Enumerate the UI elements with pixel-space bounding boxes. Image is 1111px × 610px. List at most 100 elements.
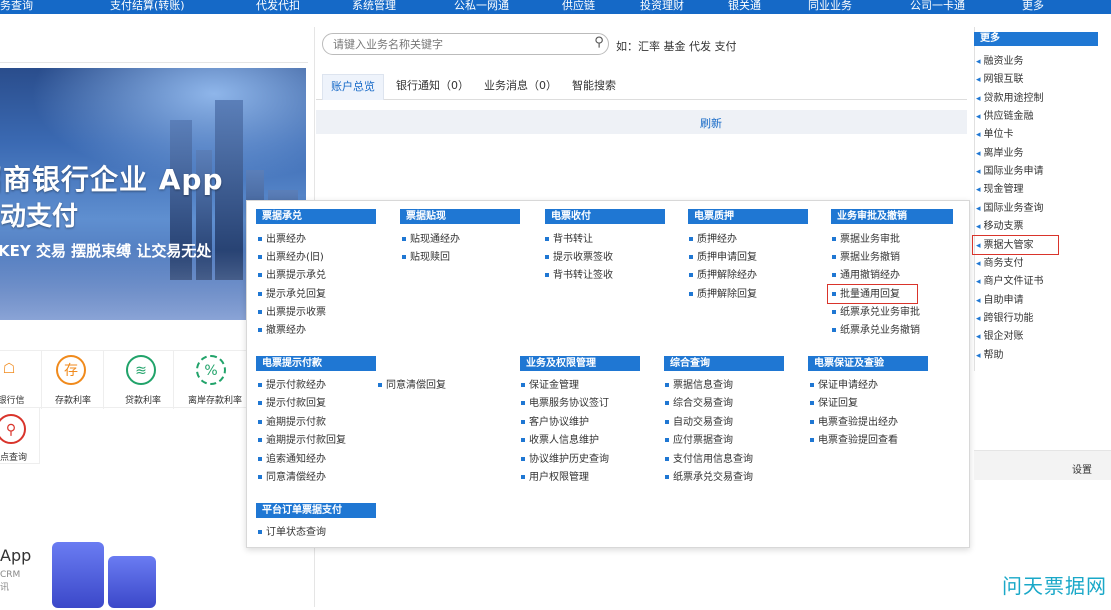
app-promo-sub: CRM 讯 — [0, 570, 20, 593]
menu-item[interactable]: 同意清偿经办 — [258, 472, 326, 484]
quick-link-offshore-rate[interactable]: % 离岸存款利率 — [182, 351, 248, 409]
menu-item[interactable]: 追索通知经办 — [258, 454, 326, 466]
menu-item[interactable]: 出票经办 — [258, 234, 306, 246]
refresh-button[interactable]: 刷新 — [700, 115, 722, 131]
menu-item[interactable]: 提示承兑回复 — [258, 289, 326, 301]
tab-bar: 账户总览 银行通知（0） 业务消息（0） 智能搜索 — [316, 70, 967, 100]
menu-item[interactable]: 撤票经办 — [258, 325, 306, 337]
menu-item[interactable]: 提示收票签收 — [545, 252, 613, 264]
percent-icon: % — [196, 355, 226, 385]
menu-item[interactable]: 票据业务撤销 — [832, 252, 900, 264]
more-menu-item[interactable]: 商户文件证书 — [976, 276, 1044, 288]
banner-subtitle: 移动支付 — [0, 202, 79, 232]
menu-item[interactable]: 电票服务协议签订 — [521, 398, 609, 410]
nav-item-system[interactable]: 系统管理 — [352, 0, 396, 13]
nav-item-supply-chain[interactable]: 供应链 — [562, 0, 595, 13]
nav-item-public-private[interactable]: 公私一网通 — [454, 0, 509, 13]
menu-item[interactable]: 票据业务审批 — [832, 234, 900, 246]
more-menu-item[interactable]: 贷款用途控制 — [976, 93, 1044, 105]
highlight-box — [972, 235, 1059, 255]
search-input[interactable] — [322, 33, 609, 55]
quick-link-label: 离岸存款利率 — [187, 396, 242, 406]
location-icon: ⚲ — [0, 414, 26, 444]
more-menu-item[interactable]: 商务支付 — [976, 258, 1024, 270]
more-menu-item[interactable]: 自助申请 — [976, 295, 1024, 307]
menu-item[interactable]: 逾期提示付款 — [258, 417, 326, 429]
menu-section-header: 电票保证及查验 — [808, 356, 928, 371]
more-menu-item[interactable]: 帮助 — [976, 350, 1004, 362]
menu-item[interactable]: 贴现通经办 — [402, 234, 460, 246]
left-top-panel — [0, 27, 308, 63]
menu-item[interactable]: 质押申请回复 — [689, 252, 757, 264]
tab-smart-search[interactable]: 智能搜索 — [572, 74, 616, 100]
menu-section-header: 电票提示付款 — [256, 356, 376, 371]
menu-item[interactable]: 同意清偿回复 — [378, 380, 446, 392]
more-menu-item[interactable]: 供应链金融 — [976, 111, 1034, 123]
menu-item[interactable]: 纸票承兑业务撤销 — [832, 325, 920, 337]
menu-item[interactable]: 背书转让 — [545, 234, 593, 246]
quick-link-label: 贷款利率 — [124, 396, 161, 406]
quick-link-label: 存款利率 — [54, 396, 91, 406]
more-menu-item[interactable]: 离岸业务 — [976, 148, 1024, 160]
menu-item[interactable]: 保证申请经办 — [810, 380, 878, 392]
menu-item[interactable]: 出票提示承兑 — [258, 270, 326, 282]
menu-item[interactable]: 纸票承兑业务审批 — [832, 307, 920, 319]
menu-item[interactable]: 提示付款回复 — [258, 398, 326, 410]
more-menu-item[interactable]: 跨银行功能 — [976, 313, 1034, 325]
menu-item[interactable]: 出票提示收票 — [258, 307, 326, 319]
phone-image — [52, 542, 104, 608]
search-icon[interactable]: ⚲ — [590, 34, 608, 52]
menu-item[interactable]: 电票查验提回查看 — [810, 435, 898, 447]
menu-item[interactable]: 自动交易查询 — [665, 417, 733, 429]
refresh-bar: 刷新 — [316, 110, 967, 134]
quick-link-bank-letter[interactable]: ☖ 银行信 — [0, 351, 42, 409]
tab-bank-notice[interactable]: 银行通知（0） — [396, 74, 469, 100]
app-promo[interactable]: App CRM 讯 — [0, 520, 215, 608]
settings-link[interactable]: 设置 — [1072, 461, 1092, 476]
menu-item[interactable]: 支付信用信息查询 — [665, 454, 753, 466]
more-menu-item[interactable]: 网银互联 — [976, 74, 1024, 86]
tab-account-overview[interactable]: 账户总览 — [322, 74, 384, 100]
more-menu-item[interactable]: 融资业务 — [976, 56, 1024, 68]
menu-item[interactable]: 贴现赎回 — [402, 252, 450, 264]
quick-link-loan-rate[interactable]: ≋ 贷款利率 — [112, 351, 174, 409]
menu-item[interactable]: 收票人信息维护 — [521, 435, 599, 447]
menu-item[interactable]: 综合交易查询 — [665, 398, 733, 410]
nav-item-payroll[interactable]: 代发代扣 — [256, 0, 300, 13]
quick-link-deposit-rate[interactable]: 存 存款利率 — [42, 351, 104, 409]
menu-item[interactable]: 纸票承兑交易查询 — [665, 472, 753, 484]
tab-business-message[interactable]: 业务消息（0） — [484, 74, 557, 100]
nav-item-customs[interactable]: 银关通 — [728, 0, 761, 13]
nav-item-query[interactable]: 务查询 — [0, 0, 33, 13]
menu-item[interactable]: 逾期提示付款回复 — [258, 435, 346, 447]
menu-item[interactable]: 订单状态查询 — [258, 527, 326, 539]
quick-link-branch-query[interactable]: ⚲ 网点查询 — [0, 408, 40, 464]
more-menu-item[interactable]: 国际业务申请 — [976, 166, 1044, 178]
menu-item[interactable]: 用户权限管理 — [521, 472, 589, 484]
menu-item[interactable]: 应付票据查询 — [665, 435, 733, 447]
app-window: 务查询 支付结算(转账) 代发代扣 系统管理 公私一网通 供应链 投资理财 银关… — [0, 0, 1111, 610]
more-menu-item[interactable]: 银企对账 — [976, 331, 1024, 343]
menu-item[interactable]: 质押解除经办 — [689, 270, 757, 282]
menu-item[interactable]: 质押解除回复 — [689, 289, 757, 301]
menu-item[interactable]: 协议维护历史查询 — [521, 454, 609, 466]
nav-item-more[interactable]: 更多 — [1022, 0, 1044, 13]
menu-item[interactable]: 出票经办(旧) — [258, 252, 324, 264]
more-menu-item[interactable]: 移动支票 — [976, 221, 1024, 233]
nav-item-interbank[interactable]: 同业业务 — [808, 0, 852, 13]
menu-item[interactable]: 质押经办 — [689, 234, 737, 246]
menu-item[interactable]: 提示付款经办 — [258, 380, 326, 392]
menu-item[interactable]: 通用撤销经办 — [832, 270, 900, 282]
nav-item-payment[interactable]: 支付结算(转账) — [110, 0, 185, 13]
menu-item[interactable]: 背书转让签收 — [545, 270, 613, 282]
menu-item[interactable]: 保证金管理 — [521, 380, 579, 392]
menu-item[interactable]: 电票查验提出经办 — [810, 417, 898, 429]
menu-item[interactable]: 保证回复 — [810, 398, 858, 410]
more-menu-item[interactable]: 单位卡 — [976, 129, 1014, 141]
more-menu-item[interactable]: 现金管理 — [976, 184, 1024, 196]
menu-item[interactable]: 票据信息查询 — [665, 380, 733, 392]
nav-item-card[interactable]: 公司一卡通 — [910, 0, 965, 13]
nav-item-investment[interactable]: 投资理财 — [640, 0, 684, 13]
more-menu-item[interactable]: 国际业务查询 — [976, 203, 1044, 215]
menu-item[interactable]: 客户协议维护 — [521, 417, 589, 429]
